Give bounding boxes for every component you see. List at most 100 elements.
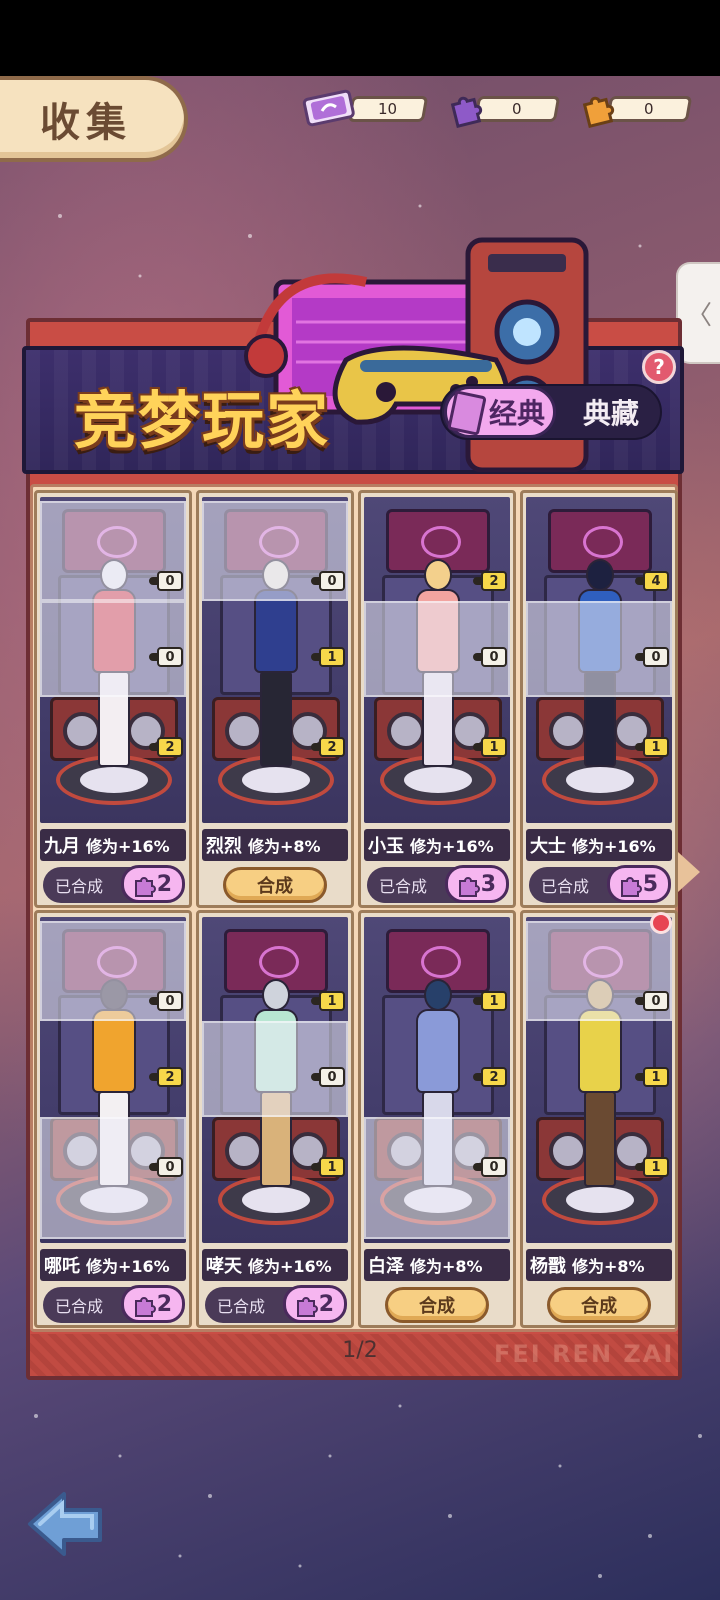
status-bar	[0, 0, 720, 76]
purple-puzzle-piece-icon	[450, 96, 483, 128]
page-title: 收集	[40, 100, 132, 146]
question-mark-icon: ?	[653, 355, 665, 379]
cultivation-bonus: 修为+16%	[86, 837, 170, 856]
puzzle-piece-icon	[135, 1297, 156, 1317]
synthesized-status: 已合成 2	[43, 865, 185, 903]
character-card[interactable]: 0 1 2 烈烈 修为+8% 合成	[196, 490, 354, 908]
synthesized-label: 已合成	[55, 877, 104, 896]
locked-puzzle-section	[364, 1117, 510, 1239]
watermark-text: FEI REN ZAI	[494, 1340, 675, 1368]
synthesized-label: 已合成	[217, 1297, 266, 1316]
synthesized-status: 已合成 2	[43, 1285, 185, 1323]
owned-count: 3	[480, 871, 496, 897]
cultivation-bonus: 修为+8%	[248, 837, 321, 856]
owned-count-pill: 2	[121, 865, 185, 903]
cultivation-bonus: 修为+8%	[572, 1257, 645, 1276]
cultivation-bonus: 修为+8%	[410, 1257, 483, 1276]
character-card[interactable]: 0 2 0 哪吒 修为+16% 已合成 2	[34, 910, 192, 1328]
fragment-count-badge: 0	[149, 991, 183, 1011]
chevron-left-icon: 〈	[685, 300, 712, 331]
fragment-count-badge: 0	[635, 647, 669, 667]
currency-ticket: 10	[300, 89, 429, 127]
character-card[interactable]: 1 0 1 哮天 修为+16% 已合成 2	[196, 910, 354, 1328]
tab-collector[interactable]: 典藏	[566, 394, 656, 430]
fragment-count-badge: 0	[311, 571, 345, 591]
next-page-arrow-icon[interactable]	[678, 852, 700, 892]
character-name: 哮天	[206, 1256, 242, 1277]
character-head	[424, 979, 452, 1011]
synthesized-label: 已合成	[379, 877, 428, 896]
character-head	[262, 979, 290, 1011]
puzzle-piece-icon	[135, 877, 156, 897]
back-arrow-icon[interactable]	[26, 1488, 106, 1558]
cultivation-bonus: 修为+16%	[86, 1257, 170, 1276]
fragment-count-badge: 2	[311, 737, 345, 757]
fragment-count-badge: 0	[635, 991, 669, 1011]
ticket-count: 10	[378, 100, 398, 118]
character-legs	[584, 1091, 616, 1187]
character-head	[586, 559, 614, 591]
character-name: 小玉	[368, 836, 404, 857]
character-name-row: 白泽 修为+8%	[364, 1249, 510, 1281]
book-icon	[447, 390, 487, 436]
character-card[interactable]: 0 0 2 九月 修为+16% 已合成 2	[34, 490, 192, 908]
character-card[interactable]: 1 2 0 白泽 修为+8% 合成	[358, 910, 516, 1328]
character-name: 大士	[530, 836, 566, 857]
locked-puzzle-section	[40, 1117, 186, 1239]
tab-classic-label: 经典	[488, 397, 545, 430]
owned-count-pill: 3	[445, 865, 509, 903]
character-card[interactable]: 2 0 1 小玉 修为+16% 已合成 3	[358, 490, 516, 908]
character-name: 哪吒	[44, 1256, 80, 1277]
cultivation-bonus: 修为+16%	[572, 837, 656, 856]
character-outfit	[254, 589, 298, 673]
character-name-row: 小玉 修为+16%	[364, 829, 510, 861]
synthesized-label: 已合成	[55, 1297, 104, 1316]
fragment-count-badge: 4	[635, 571, 669, 591]
tab-classic[interactable]: 经典	[444, 386, 556, 438]
synthesize-button[interactable]: 合成	[547, 1287, 651, 1323]
character-name: 白泽	[368, 1256, 404, 1277]
cultivation-bonus: 修为+16%	[410, 837, 494, 856]
notification-dot	[650, 912, 672, 934]
owned-count: 2	[318, 1291, 334, 1317]
puzzle-piece-icon	[621, 877, 642, 897]
help-button[interactable]: ?	[642, 350, 676, 384]
fragment-count-badge: 2	[473, 571, 507, 591]
character-name-row: 杨戬 修为+8%	[526, 1249, 672, 1281]
fragment-count-badge: 0	[149, 647, 183, 667]
fragment-count-badge: 2	[149, 737, 183, 757]
character-outfit	[416, 1009, 460, 1093]
fragment-count-badge: 2	[473, 1067, 507, 1087]
character-name-row: 九月 修为+16%	[40, 829, 186, 861]
character-card[interactable]: 0 1 1 杨戬 修为+8% 合成	[520, 910, 678, 1328]
fragment-count-badge: 0	[473, 647, 507, 667]
fragment-count-badge: 1	[473, 991, 507, 1011]
owned-count: 2	[156, 871, 172, 897]
character-name: 烈烈	[206, 836, 242, 857]
fragment-count-badge: 1	[311, 1157, 345, 1177]
fragment-count-badge: 1	[635, 1067, 669, 1087]
synthesize-button[interactable]: 合成	[385, 1287, 489, 1323]
synthesize-button[interactable]: 合成	[223, 867, 327, 903]
character-legs	[260, 671, 292, 767]
orange-piece-count: 0	[644, 100, 654, 118]
fragment-count-badge: 0	[473, 1157, 507, 1177]
synthesized-status: 已合成 5	[529, 865, 671, 903]
character-outfit	[92, 1009, 136, 1093]
tab-collector-label: 典藏	[582, 397, 639, 430]
puzzle-piece-icon	[459, 877, 480, 897]
fragment-count-badge: 0	[149, 571, 183, 591]
character-name: 杨戬	[530, 1256, 566, 1277]
owned-count: 5	[642, 871, 658, 897]
series-title: 竞梦玩家	[74, 384, 331, 457]
character-name-row: 哪吒 修为+16%	[40, 1249, 186, 1281]
fragment-count-badge: 1	[635, 737, 669, 757]
purple-piece-count: 0	[512, 100, 522, 118]
fragment-count-badge: 0	[149, 1157, 183, 1177]
character-card[interactable]: 4 0 1 大士 修为+16% 已合成 5	[520, 490, 678, 908]
character-outfit	[578, 1009, 622, 1093]
fragment-count-badge: 1	[473, 737, 507, 757]
owned-count: 2	[156, 1291, 172, 1317]
fragment-count-badge: 1	[635, 1157, 669, 1177]
puzzle-piece-icon	[297, 1297, 318, 1317]
